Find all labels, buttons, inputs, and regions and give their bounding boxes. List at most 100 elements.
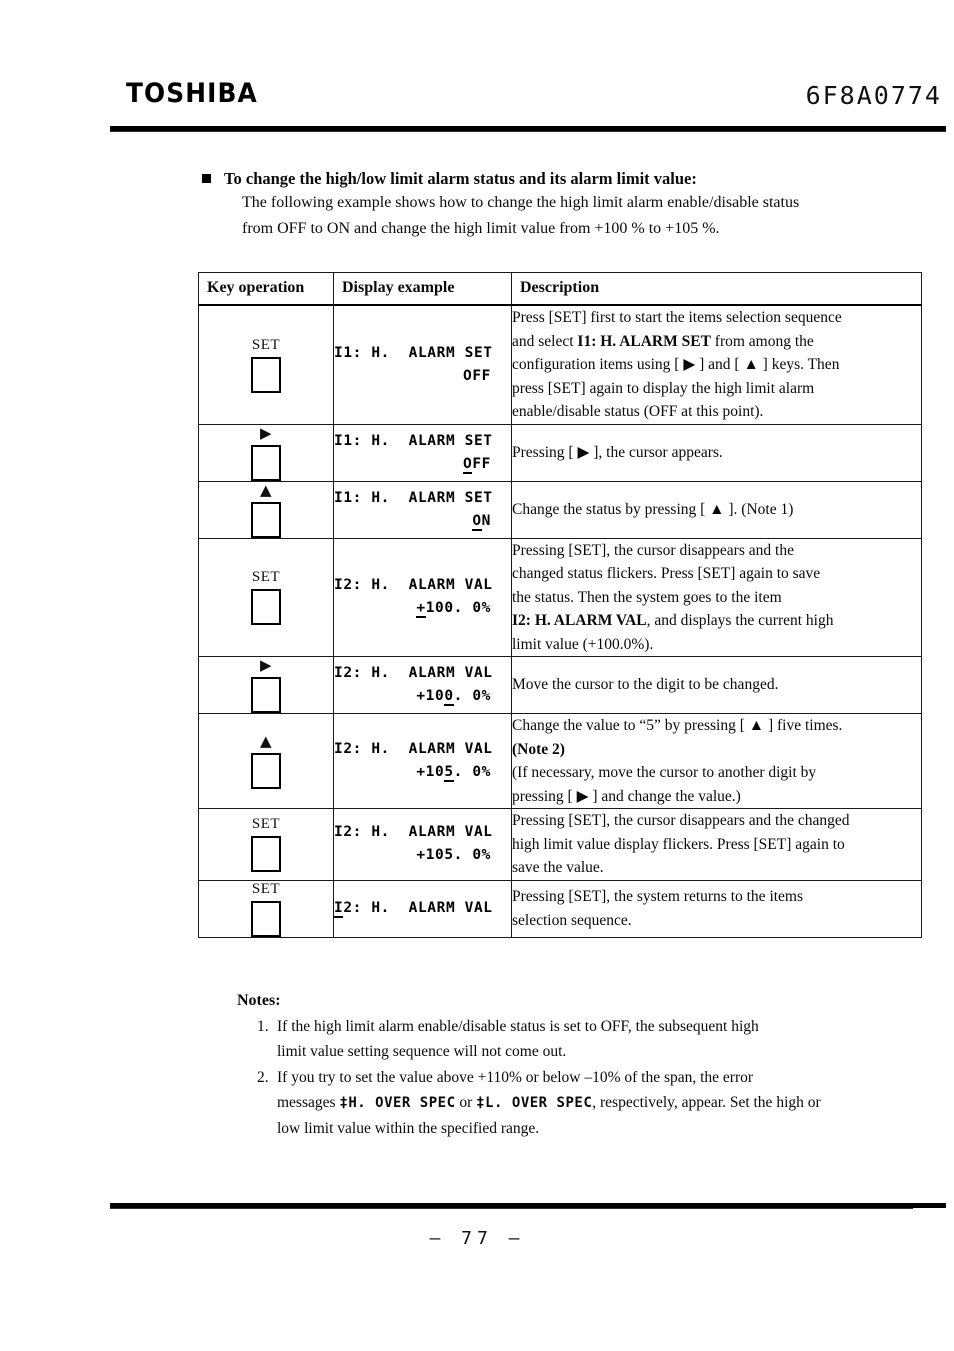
display-example-cell: I2: H. ALARM VAL xyxy=(333,879,512,938)
note-line-2: low limit value within the specified ran… xyxy=(277,1120,540,1137)
description-cell: Pressing [SET], the cursor disappears an… xyxy=(511,537,922,657)
display-example-cell: I1: H. ALARM SET ON xyxy=(333,480,512,539)
key-label-7: SET xyxy=(251,880,281,897)
description-line-0: Pressing [ ▶ ], the cursor appears. xyxy=(512,443,723,461)
right-arrow-button-icon[interactable] xyxy=(251,677,281,713)
display-line-2: OFF xyxy=(463,367,491,384)
description-line-1: and select I1: H. ALARM SET from among t… xyxy=(512,332,814,350)
description-line-1: (Note 2) xyxy=(512,740,565,758)
square-button-icon[interactable] xyxy=(251,836,281,873)
column-header-description: Description xyxy=(511,272,922,306)
description-line-0: Pressing [SET], the system returns to th… xyxy=(512,888,804,905)
note-item: 2. If you try to set the value above +110… xyxy=(237,1065,927,1141)
display-line-1: I1: H. ALARM SET xyxy=(334,489,493,506)
description-line-0: Change the value to “5” by pressing [ ▲ … xyxy=(512,717,843,734)
key-label-0: SET xyxy=(251,336,281,353)
description-line-2: (If necessary, move the cursor to anothe… xyxy=(512,764,817,781)
description-line-0: Press [SET] first to start the items sel… xyxy=(512,309,842,326)
key-label-3: SET xyxy=(251,569,281,586)
display-line-1: I2: H. ALARM VAL xyxy=(334,900,493,918)
description-line-4: enable/disable status (OFF at this point… xyxy=(512,403,764,420)
up-arrow-button-icon[interactable] xyxy=(251,501,281,538)
description-line-0: Pressing [SET], the cursor disappears an… xyxy=(512,812,850,829)
key-label-4: ▶ xyxy=(259,656,273,674)
description-line-3: press [SET] again to display the high li… xyxy=(512,379,815,397)
description-cell: Pressing [SET], the cursor disappears an… xyxy=(511,808,922,881)
note-line-1: messages ‡H. OVER SPEC or ‡L. OVER SPEC,… xyxy=(277,1094,821,1111)
key-label-5: ▲ xyxy=(259,732,273,750)
square-button-icon[interactable] xyxy=(251,589,281,626)
notes-section: Notes: 1. If the high limit alarm enable/… xyxy=(237,990,927,1142)
description-cell: Change the value to “5” by pressing [ ▲ … xyxy=(511,713,922,809)
description-cell: Press [SET] first to start the items sel… xyxy=(511,304,922,425)
description-line-0: Change the status by pressing [ ▲ ]. (No… xyxy=(512,500,794,518)
description-line-2: save the value. xyxy=(512,859,604,876)
up-arrow-button-icon[interactable] xyxy=(251,753,281,789)
display-line-2: ON xyxy=(472,512,491,531)
key-operation-cell: SET xyxy=(198,537,334,657)
note-body: If you try to set the value above +110% … xyxy=(277,1065,927,1141)
key-operation-cell: SET xyxy=(198,808,334,881)
key-operation-cell: SET xyxy=(198,304,334,425)
description-line-4: limit value (+100.0%). xyxy=(512,635,654,653)
note-number: 1. xyxy=(257,1018,269,1035)
key-operation-cell: ▶ xyxy=(198,656,334,714)
note-line-0: If the high limit alarm enable/disable s… xyxy=(277,1018,759,1035)
table-body: SET I1: H. ALARM SET OFF Press [SET] first … xyxy=(198,304,922,938)
intro-section: To change the high/low limit alarm statu… xyxy=(202,168,902,242)
display-example-cell: I2: H. ALARM VAL +100. 0% xyxy=(333,656,512,714)
display-example-cell: I2: H. ALARM VAL +105. 0% xyxy=(333,713,512,809)
intro-heading-text: To change the high/low limit alarm statu… xyxy=(224,169,697,188)
footer-divider xyxy=(110,1203,946,1209)
table-row: SET I2: H. ALARM VAL Pressing [SET], the s… xyxy=(198,879,922,938)
note-item: 1. If the high limit alarm enable/disable… xyxy=(237,1014,927,1064)
description-line-1: changed status flickers. Press [SET] aga… xyxy=(512,565,821,582)
document-number: 6F8A0774 xyxy=(805,81,942,110)
table-row: ▲ I1: H. ALARM SET ON Change the status by … xyxy=(198,480,922,539)
table-header-row: Key operation Display example Descriptio… xyxy=(198,272,922,306)
bullet-square-icon xyxy=(202,174,211,183)
display-line-2: +100. 0% xyxy=(416,688,491,706)
page-number: – 77 – xyxy=(429,1228,525,1249)
square-button-icon[interactable] xyxy=(251,356,281,393)
display-line-2: +100. 0% xyxy=(416,600,491,619)
intro-line-2: from OFF to ON and change the high limit… xyxy=(242,220,720,237)
notes-list: 1. If the high limit alarm enable/disable… xyxy=(237,1014,927,1141)
description-line-1: selection sequence. xyxy=(512,911,632,929)
description-line-3: pressing [ ▶ ] and change the value.) xyxy=(512,787,741,805)
description-line-0: Pressing [SET], the cursor disappears an… xyxy=(512,541,794,559)
note-number: 2. xyxy=(257,1069,269,1086)
square-button-icon[interactable] xyxy=(251,900,281,937)
column-header-key-operation: Key operation xyxy=(198,272,334,306)
table-row: SET I2: H. ALARM VAL +100. 0% Pressing [SET… xyxy=(198,537,922,657)
display-line-1: I1: H. ALARM SET xyxy=(334,344,493,361)
table-row: ▲ I2: H. ALARM VAL +105. 0% Change the valu… xyxy=(198,713,922,809)
notes-title: Notes: xyxy=(237,992,281,1009)
document-page: TOSHIBA 6F8A0774 To change the high/low … xyxy=(0,0,954,1351)
table-row: ▶ I1: H. ALARM SET OFF Pressing [ ▶ ], the … xyxy=(198,423,922,482)
key-operation-cell: ▲ xyxy=(198,713,334,809)
key-operation-cell: ▲ xyxy=(198,480,334,539)
key-operation-cell: ▶ xyxy=(198,423,334,482)
header-divider xyxy=(110,126,946,132)
description-cell: Move the cursor to the digit to be chang… xyxy=(511,656,922,714)
table-header: Key operation Display example Descriptio… xyxy=(198,272,922,306)
display-line-1: I2: H. ALARM VAL xyxy=(334,824,493,841)
procedure-table: Key operation Display example Descriptio… xyxy=(198,272,922,938)
description-line-2: the status. Then the system goes to the … xyxy=(512,588,782,606)
display-line-2: +105. 0% xyxy=(416,847,491,864)
intro-line-1: The following example shows how to chang… xyxy=(242,194,800,211)
toshiba-logo: TOSHIBA xyxy=(126,78,258,109)
display-line-1: I2: H. ALARM VAL xyxy=(334,741,493,757)
note-body: If the high limit alarm enable/disable s… xyxy=(277,1014,927,1064)
display-example-cell: I1: H. ALARM SET OFF xyxy=(333,304,512,425)
table-row: SET I1: H. ALARM SET OFF Press [SET] first … xyxy=(198,304,922,425)
table-row: SET I2: H. ALARM VAL +105. 0% Pressing [SET… xyxy=(198,808,922,881)
description-line-3: I2: H. ALARM VAL, and displays the curre… xyxy=(512,612,834,629)
display-example-cell: I1: H. ALARM SET OFF xyxy=(333,423,512,482)
table-row: ▶ I2: H. ALARM VAL +100. 0% Move the cursor… xyxy=(198,656,922,714)
display-line-2: +105. 0% xyxy=(416,764,491,782)
key-operation-cell: SET xyxy=(198,879,334,938)
display-line-2: OFF xyxy=(462,455,491,474)
right-arrow-button-icon[interactable] xyxy=(251,444,281,481)
